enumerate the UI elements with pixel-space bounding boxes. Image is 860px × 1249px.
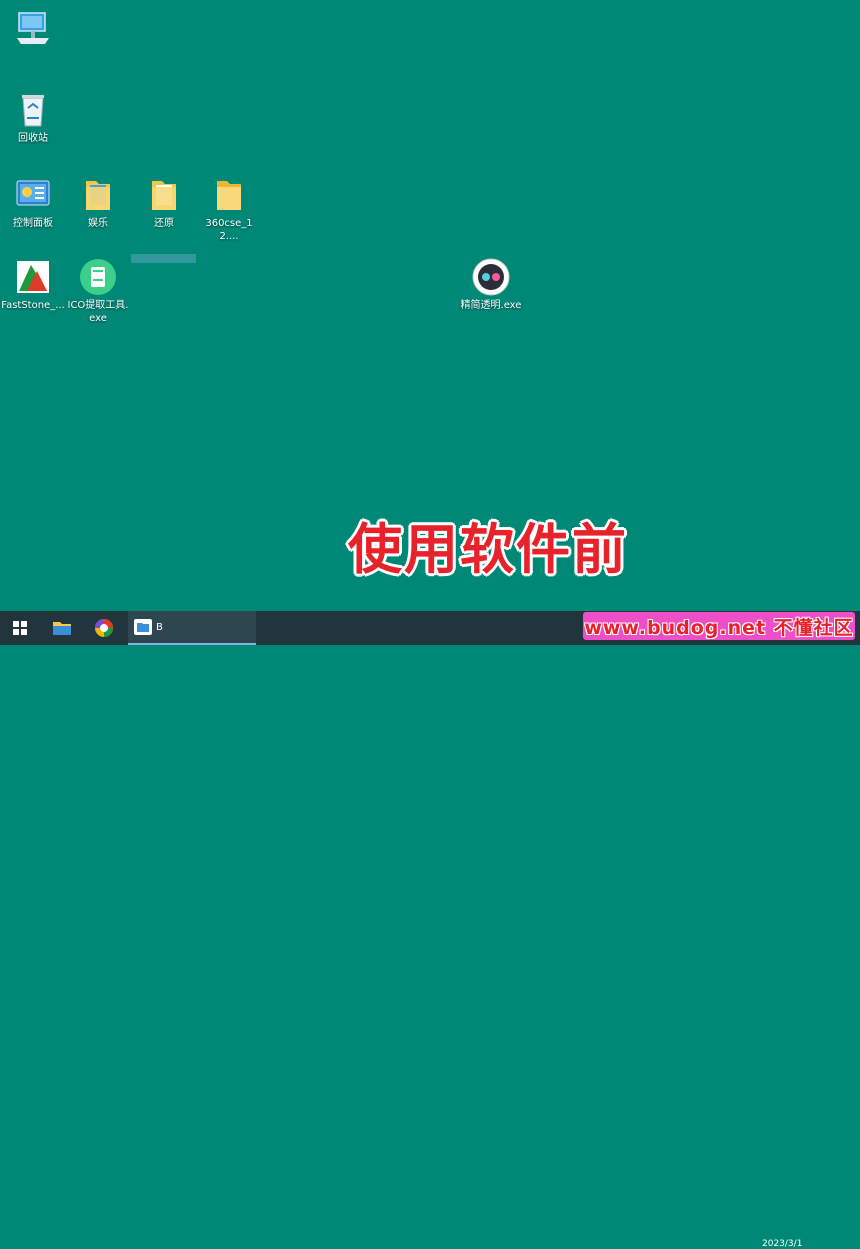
taskbar-window-label: B bbox=[156, 621, 163, 633]
file-explorer-icon bbox=[53, 622, 71, 635]
desktop-icon-entertainment-folder[interactable]: 娱乐 bbox=[65, 175, 131, 230]
desktop-icon-ico-tool[interactable]: ICO提取工具.exe bbox=[65, 257, 131, 325]
desktop-icon-recycle-bin[interactable]: 回收站 bbox=[0, 90, 66, 145]
file-explorer-button[interactable] bbox=[42, 611, 82, 645]
desktop-icon-this-pc[interactable] bbox=[0, 8, 66, 50]
desktop-icon-control-panel[interactable]: 控制面板 bbox=[0, 175, 66, 230]
window-app-icon bbox=[134, 619, 152, 635]
desktop-icon-label: 精简透明.exe bbox=[460, 300, 522, 311]
desktop-icon-label: 控制面板 bbox=[13, 218, 53, 229]
folder-icon bbox=[144, 175, 184, 215]
folder-icon bbox=[78, 175, 118, 215]
control-panel-icon bbox=[13, 175, 53, 215]
ico-extract-icon bbox=[78, 257, 118, 297]
desktop-icon-label: 回收站 bbox=[18, 133, 48, 144]
taskbar-active-window[interactable]: B bbox=[128, 611, 256, 645]
desktop-icon-restore-folder[interactable]: 还原 bbox=[131, 175, 197, 230]
desktop-icon-label: 娱乐 bbox=[88, 218, 108, 229]
desktop-icon-label: ICO提取工具.exe bbox=[67, 300, 129, 324]
windows-icon bbox=[13, 621, 27, 635]
desktop-icon-label: 还原 bbox=[154, 218, 174, 229]
desktop-icon-faststone[interactable]: FastStone_... bbox=[0, 257, 66, 312]
desktop-icon-label: FastStone_... bbox=[1, 300, 65, 311]
computer-icon bbox=[13, 8, 53, 48]
watermark-banner: www.budog.net 不懂社区 bbox=[583, 612, 855, 640]
folder-icon bbox=[209, 175, 249, 215]
transparency-app-icon bbox=[471, 257, 511, 297]
clock-date[interactable]: 2023/3/1 bbox=[762, 1239, 802, 1249]
start-button[interactable] bbox=[0, 611, 40, 645]
desktop-icon-label: 360cse_12.... bbox=[205, 218, 253, 242]
browser-button[interactable] bbox=[84, 611, 124, 645]
desktop-icon-360cse-folder[interactable]: 360cse_12.... bbox=[196, 175, 262, 243]
recycle-bin-icon bbox=[13, 90, 53, 130]
caption-overlay: 使用软件前 bbox=[348, 518, 628, 581]
selection-highlight bbox=[131, 254, 196, 263]
browser-icon bbox=[95, 619, 113, 637]
desktop-icon-jingjian-touming[interactable]: 精简透明.exe bbox=[458, 257, 524, 312]
faststone-icon bbox=[13, 257, 53, 297]
